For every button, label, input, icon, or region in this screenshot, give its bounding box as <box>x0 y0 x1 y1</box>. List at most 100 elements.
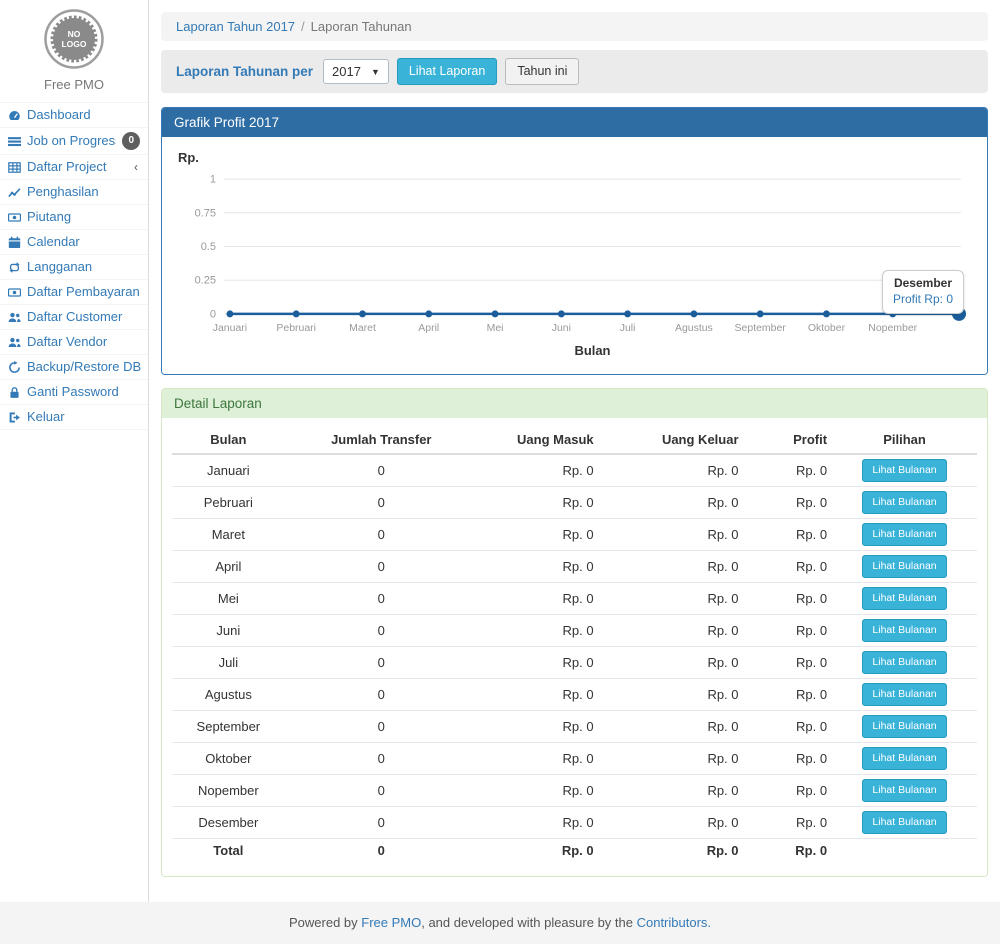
lihat-bulanan-button[interactable]: Lihat Bulanan <box>862 523 946 546</box>
chart-point[interactable] <box>757 310 764 317</box>
tahun-ini-button[interactable]: Tahun ini <box>505 58 579 85</box>
lihat-bulanan-button[interactable]: Lihat Bulanan <box>862 779 946 802</box>
sidebar-item-ganti-password[interactable]: Ganti Password <box>0 380 148 405</box>
chart-point[interactable] <box>425 310 432 317</box>
y-tick-label: 0.25 <box>195 275 216 287</box>
table-row-agustus: Agustus0Rp. 0Rp. 0Rp. 0Lihat Bulanan <box>172 679 977 711</box>
table-cell: Rp. 0 <box>744 647 833 679</box>
sidebar-item-langganan[interactable]: Langganan <box>0 255 148 280</box>
table-cell: Rp. 0 <box>478 519 599 551</box>
chart-tooltip-title: Desember <box>893 276 953 290</box>
table-cell: Rp. 0 <box>599 839 744 863</box>
table-cell-action: Lihat Bulanan <box>832 807 977 839</box>
table-cell: Rp. 0 <box>478 647 599 679</box>
table-cell: Rp. 0 <box>599 775 744 807</box>
chart-point[interactable] <box>558 310 565 317</box>
chart-point[interactable] <box>690 310 697 317</box>
table-cell: Rp. 0 <box>478 743 599 775</box>
table-total-row: Total0Rp. 0Rp. 0Rp. 0 <box>172 839 977 863</box>
lihat-bulanan-button[interactable]: Lihat Bulanan <box>862 651 946 674</box>
breadcrumb-link[interactable]: Laporan Tahun 2017 <box>176 19 295 34</box>
table-cell: Rp. 0 <box>744 454 833 487</box>
lihat-bulanan-button[interactable]: Lihat Bulanan <box>862 683 946 706</box>
sidebar-item-calendar[interactable]: Calendar <box>0 230 148 255</box>
sidebar-item-daftar-pembayaran[interactable]: Daftar Pembayaran <box>0 280 148 305</box>
lihat-bulanan-button[interactable]: Lihat Bulanan <box>862 587 946 610</box>
table-cell-action: Lihat Bulanan <box>832 583 977 615</box>
table-cell: 0 <box>285 679 478 711</box>
sidebar-item-daftar-customer[interactable]: Daftar Customer <box>0 305 148 330</box>
chevron-left-icon: ‹ <box>134 159 138 175</box>
table-cell: Rp. 0 <box>744 615 833 647</box>
table-cell: Desember <box>172 807 285 839</box>
sidebar-item-label: Langganan <box>27 259 142 275</box>
table-cell-action: Lihat Bulanan <box>832 551 977 583</box>
table-cell: 0 <box>285 454 478 487</box>
sidebar-item-label: Daftar Vendor <box>27 334 142 350</box>
table-cell: April <box>172 551 285 583</box>
lihat-bulanan-button[interactable]: Lihat Bulanan <box>862 811 946 834</box>
table-cell: Rp. 0 <box>599 807 744 839</box>
y-tick-label: 0 <box>210 308 216 320</box>
footer-link-contributors[interactable]: Contributors. <box>637 915 711 930</box>
filter-bar: Laporan Tahunan per 2017 ▼ Lihat Laporan… <box>161 50 988 93</box>
app-shell: NO LOGO Free PMO DashboardJob on Progres… <box>0 0 1000 902</box>
lihat-bulanan-button[interactable]: Lihat Bulanan <box>862 491 946 514</box>
lihat-bulanan-button[interactable]: Lihat Bulanan <box>862 555 946 578</box>
chart-point[interactable] <box>226 310 233 317</box>
sidebar-item-job-on-progress[interactable]: Job on Progress0 <box>0 128 148 155</box>
table-row-juni: Juni0Rp. 0Rp. 0Rp. 0Lihat Bulanan <box>172 615 977 647</box>
chart-point[interactable] <box>293 310 300 317</box>
table-cell-action: Lihat Bulanan <box>832 454 977 487</box>
table-cell: Rp. 0 <box>478 679 599 711</box>
table-cell: Oktober <box>172 743 285 775</box>
sidebar-item-daftar-vendor[interactable]: Daftar Vendor <box>0 330 148 355</box>
table-cell: Januari <box>172 454 285 487</box>
table-cell-action: Lihat Bulanan <box>832 679 977 711</box>
table-cell: 0 <box>285 775 478 807</box>
sidebar-item-daftar-project[interactable]: Daftar Project‹ <box>0 155 148 180</box>
lihat-bulanan-button[interactable]: Lihat Bulanan <box>862 747 946 770</box>
detail-panel-title: Detail Laporan <box>162 389 987 418</box>
sidebar-item-piutang[interactable]: Piutang <box>0 205 148 230</box>
table-row-oktober: Oktober0Rp. 0Rp. 0Rp. 0Lihat Bulanan <box>172 743 977 775</box>
x-tick-label: April <box>418 323 439 334</box>
lihat-laporan-button[interactable]: Lihat Laporan <box>397 58 497 85</box>
chart-point[interactable] <box>359 310 366 317</box>
footer-text: Powered by <box>289 915 361 930</box>
chart-point[interactable] <box>823 310 830 317</box>
footer-link-free-pmo[interactable]: Free PMO <box>361 915 421 930</box>
chart-point[interactable] <box>624 310 631 317</box>
column-header-jumlah-transfer: Jumlah Transfer <box>285 426 478 454</box>
sidebar-item-label: Piutang <box>27 209 142 225</box>
breadcrumb-current: Laporan Tahunan <box>311 19 412 34</box>
column-header-bulan: Bulan <box>172 426 285 454</box>
x-tick-label: Agustus <box>675 323 713 334</box>
chart-y-unit: Rp. <box>178 150 199 165</box>
sidebar-item-backup-restore-db[interactable]: Backup/Restore DB <box>0 355 148 380</box>
column-header-profit: Profit <box>744 426 833 454</box>
sidebar-item-dashboard[interactable]: Dashboard <box>0 102 148 128</box>
table-cell: Rp. 0 <box>478 839 599 863</box>
table-cell <box>832 839 977 863</box>
table-cell: Maret <box>172 519 285 551</box>
table-cell: Rp. 0 <box>744 775 833 807</box>
sidebar-item-label: Job on Progress <box>27 133 116 149</box>
y-tick-label: 0.5 <box>201 241 216 253</box>
column-header-pilihan: Pilihan <box>832 426 977 454</box>
x-tick-label: Juni <box>552 323 571 334</box>
sidebar-item-penghasilan[interactable]: Penghasilan <box>0 180 148 205</box>
lihat-bulanan-button[interactable]: Lihat Bulanan <box>862 619 946 642</box>
chart-point[interactable] <box>492 310 499 317</box>
table-cell: 0 <box>285 807 478 839</box>
sidebar-item-keluar[interactable]: Keluar <box>0 405 148 430</box>
x-tick-label: Januari <box>213 323 247 334</box>
year-select[interactable]: 2017 ▼ <box>323 59 389 84</box>
sidebar-item-label: Daftar Customer <box>27 309 142 325</box>
table-cell: Rp. 0 <box>744 519 833 551</box>
table-cell: Rp. 0 <box>478 487 599 519</box>
lihat-bulanan-button[interactable]: Lihat Bulanan <box>862 459 946 482</box>
table-cell: Rp. 0 <box>599 679 744 711</box>
column-header-uang-masuk: Uang Masuk <box>478 426 599 454</box>
lihat-bulanan-button[interactable]: Lihat Bulanan <box>862 715 946 738</box>
